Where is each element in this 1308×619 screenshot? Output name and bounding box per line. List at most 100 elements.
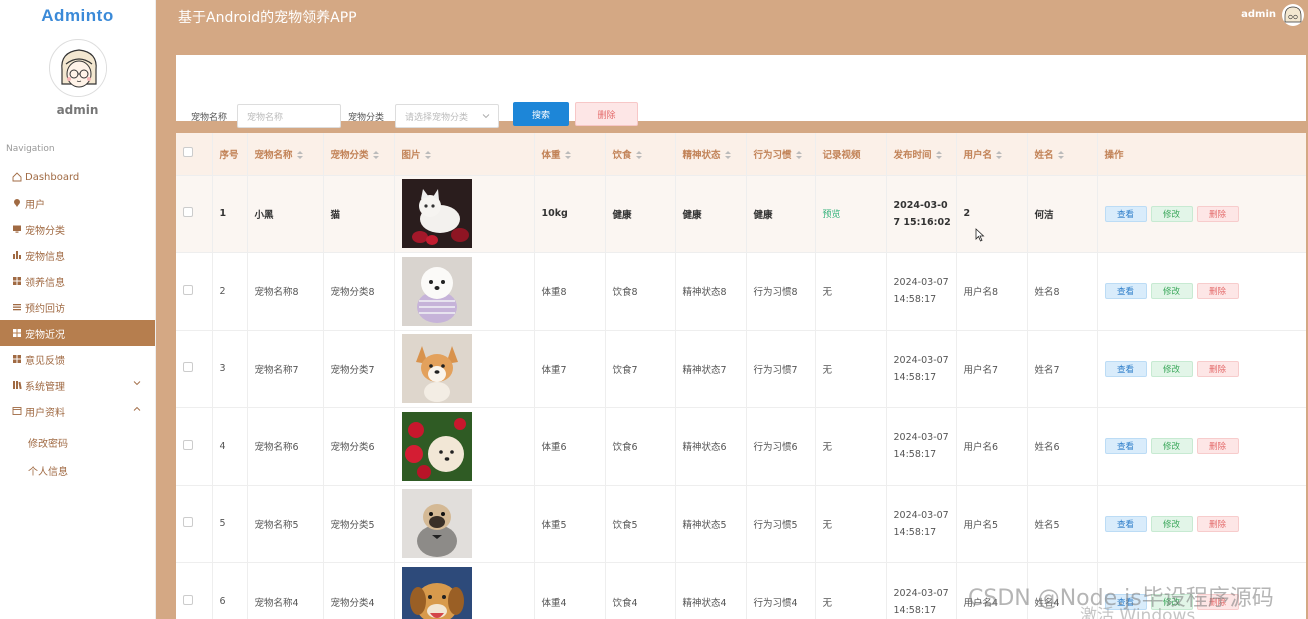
row-checkbox[interactable] [183, 517, 193, 528]
pet-name-input[interactable]: 宠物名称 [237, 104, 341, 128]
sidebar-item-user[interactable]: 用户 [0, 190, 155, 216]
header-username[interactable]: admin [1241, 9, 1276, 20]
cell-realname: 姓名5 [1027, 485, 1098, 563]
sidebar-item-feedback[interactable]: 意见反馈 [0, 346, 155, 372]
avatar[interactable] [48, 39, 107, 97]
sidebar-item-pet-info[interactable]: 宠物信息 [0, 242, 155, 268]
video-cell-text: 无 [822, 597, 833, 609]
sidebar-subitem-change-password[interactable]: 修改密码 [0, 428, 155, 456]
pet-thumbnail[interactable] [401, 334, 472, 404]
sidebar-item-label: 宠物近况 [25, 329, 65, 341]
cell-mental: 精神状态4 [675, 562, 747, 619]
cell-mental: 精神状态8 [675, 252, 747, 330]
cell-name: 小黑 [247, 175, 324, 253]
sidebar-item-profile[interactable]: 用户资料 [0, 398, 155, 424]
sort-icon[interactable] [424, 151, 431, 160]
col-video: 记录视频 [815, 133, 887, 175]
video-preview-link[interactable]: 预览 [823, 210, 841, 220]
search-button[interactable]: 搜索 [513, 102, 569, 126]
sidebar-item-label: 领养信息 [25, 277, 65, 289]
edit-button[interactable]: 修改 [1150, 205, 1193, 222]
row-checkbox[interactable] [183, 439, 193, 450]
edit-button[interactable]: 修改 [1150, 360, 1193, 377]
col-weight[interactable]: 体重 [534, 133, 606, 175]
col-diet[interactable]: 饮食 [605, 133, 676, 175]
cell-username: 用户名6 [956, 407, 1028, 485]
sort-icon[interactable] [296, 151, 303, 160]
sidebar-item-pet-status[interactable]: 宠物近况 [0, 320, 155, 346]
chevron-up-icon[interactable] [133, 405, 141, 413]
row-select-cell [176, 485, 213, 563]
sort-icon[interactable] [635, 151, 642, 160]
sort-icon[interactable] [1057, 151, 1064, 160]
profile-icon [12, 406, 22, 416]
sort-icon[interactable] [724, 151, 731, 160]
sidebar-item-dashboard[interactable]: Dashboard [0, 164, 155, 190]
row-checkbox[interactable] [183, 362, 193, 373]
pet-thumbnail[interactable] [401, 179, 472, 249]
delete-button[interactable]: 删除 [1196, 360, 1239, 377]
pet-thumbnail[interactable] [401, 256, 472, 326]
cell-no: 6 [212, 562, 248, 619]
edit-button[interactable]: 修改 [1150, 438, 1193, 455]
delete-button[interactable]: 删除 [1196, 283, 1239, 300]
sidebar-subitem-personal-info[interactable]: 个人信息 [0, 456, 155, 484]
sidebar-item-system[interactable]: 系统管理 [0, 372, 155, 398]
sort-icon[interactable] [935, 151, 942, 160]
sort-icon[interactable] [564, 151, 571, 160]
cell-diet: 健康 [605, 175, 676, 253]
sort-icon[interactable] [372, 151, 379, 160]
col-mental[interactable]: 精神状态 [675, 133, 747, 175]
cell-actions: 查看 修改 删除 [1097, 330, 1306, 408]
col-realname[interactable]: 姓名 [1027, 133, 1098, 175]
sidebar-item-revisit[interactable]: 预约回访 [0, 294, 155, 320]
select-all-checkbox[interactable] [183, 147, 193, 158]
cell-video: 无 [815, 562, 887, 619]
pet-name-label: 宠物名称 [191, 113, 228, 123]
pet-category-select[interactable]: 请选择宠物分类 [395, 104, 499, 128]
header-avatar[interactable] [1282, 4, 1304, 26]
pet-thumbnail[interactable] [401, 489, 472, 559]
edit-button[interactable]: 修改 [1150, 515, 1193, 532]
delete-button[interactable]: 删除 [1196, 515, 1239, 532]
row-checkbox[interactable] [183, 284, 193, 295]
chevron-down-icon[interactable] [133, 379, 141, 387]
sort-icon[interactable] [996, 151, 1003, 160]
batch-delete-button[interactable]: 删除 [575, 102, 638, 126]
delete-button[interactable]: 删除 [1196, 205, 1239, 222]
nav-title: Navigation [6, 144, 55, 154]
view-button[interactable]: 查看 [1104, 438, 1147, 455]
pet-thumbnail[interactable] [401, 567, 472, 619]
row-checkbox[interactable] [183, 207, 193, 218]
sort-icon[interactable] [795, 151, 802, 160]
time-line-2: 14:58:17 [893, 371, 937, 383]
cell-realname: 姓名7 [1027, 330, 1098, 408]
view-button[interactable]: 查看 [1104, 360, 1147, 377]
time-line-1: 2024-03-07 [893, 587, 949, 599]
delete-button[interactable]: 删除 [1196, 438, 1239, 455]
cell-image [394, 562, 535, 619]
sidebar-item-pet-category[interactable]: 宠物分类 [0, 216, 155, 242]
cell-behavior: 健康 [746, 175, 816, 253]
col-category[interactable]: 宠物分类 [323, 133, 395, 175]
pet-thumbnail[interactable] [401, 411, 472, 481]
view-button[interactable]: 查看 [1104, 283, 1147, 300]
col-username[interactable]: 用户名 [956, 133, 1028, 175]
edit-button[interactable]: 修改 [1150, 283, 1193, 300]
row-checkbox[interactable] [183, 595, 193, 605]
cell-video: 无 [815, 485, 887, 563]
main-content: 宠物名称 宠物名称 宠物分类 请选择宠物分类 搜索 删除 序号 宠物名称 宠物分… [156, 34, 1308, 619]
time-line-2: 14:58:17 [893, 449, 937, 461]
sidebar-item-adoption[interactable]: 领养信息 [0, 268, 155, 294]
home-icon [12, 172, 22, 182]
col-time[interactable]: 发布时间 [886, 133, 957, 175]
view-button[interactable]: 查看 [1104, 515, 1147, 532]
col-name[interactable]: 宠物名称 [247, 133, 324, 175]
col-image[interactable]: 图片 [394, 133, 535, 175]
cell-no: 4 [212, 407, 248, 485]
col-behavior[interactable]: 行为习惯 [746, 133, 816, 175]
cell-time: 2024-03-07 14:58:17 [886, 252, 957, 330]
cell-weight: 体重8 [534, 252, 606, 330]
view-button[interactable]: 查看 [1104, 205, 1147, 222]
sidebar-item-label: 预约回访 [25, 303, 65, 315]
